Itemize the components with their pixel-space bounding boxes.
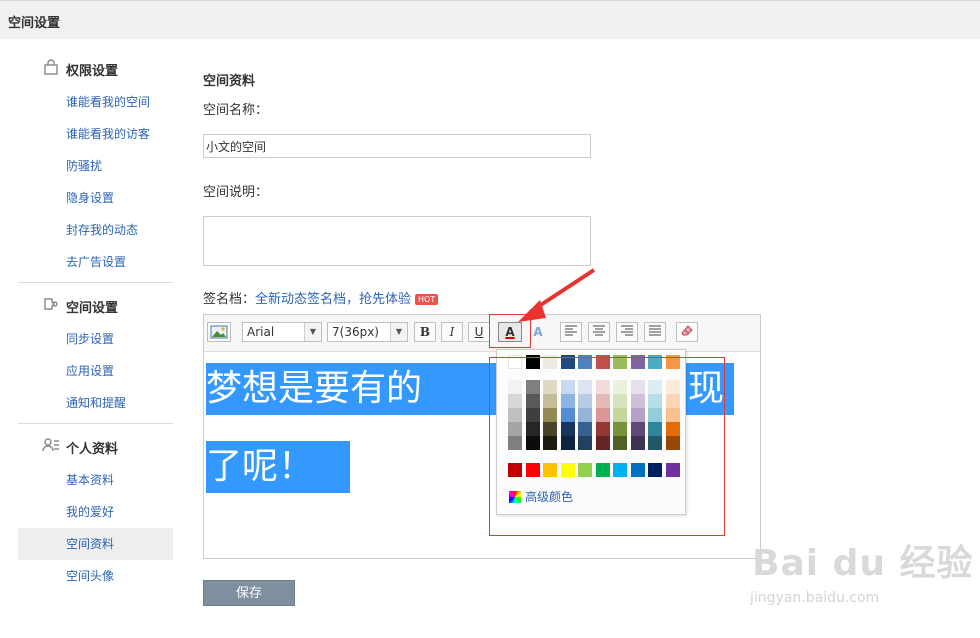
sidebar-section-label: 空间设置 [66,301,119,316]
align-right-button[interactable] [616,322,638,342]
save-button[interactable]: 保存 [203,580,295,606]
insert-image-button[interactable] [207,322,231,342]
page-title: 空间设置 [8,16,61,31]
user-list-icon [42,438,59,452]
sidebar-item-who-can-see-space[interactable]: 谁能看我的空间 [18,86,173,118]
signature-promo-link[interactable]: 全新动态签名档，抢先体验 [255,292,411,307]
annotation-arrow-icon [518,268,596,322]
font-family-select[interactable]: Arial ▼ [242,322,322,342]
eraser-icon [681,325,693,336]
justify-button[interactable] [644,322,666,342]
sidebar-item-basic-profile[interactable]: 基本资料 [18,464,173,496]
sidebar-section-label: 权限设置 [66,64,119,79]
top-header: 空间设置 [0,0,980,39]
sidebar-item-ad-settings[interactable]: 去广告设置 [18,246,173,278]
selected-text-line2: 了呢！ [206,441,350,493]
space-name-label: 空间名称： [203,103,269,118]
plugin-icon [44,298,58,310]
sidebar-item-invisible-settings[interactable]: 隐身设置 [18,182,173,214]
underline-button[interactable]: U [468,322,490,342]
space-description-textarea[interactable] [203,216,591,266]
sidebar-item-anti-harassment[interactable]: 防骚扰 [18,150,173,182]
align-right-icon [621,325,633,336]
align-center-icon [593,325,605,336]
font-size-select[interactable]: 7(36px) ▼ [327,322,408,342]
baidu-watermark: Bai du 经验 jingyan.baidu.com [750,534,974,606]
space-name-input[interactable] [203,134,591,158]
font-size-value: 7(36px) [332,325,379,339]
chevron-down-icon: ▼ [390,323,407,341]
watermark-brand: Bai du 经验 [752,543,974,584]
sidebar-divider [18,423,173,424]
sidebar-item-who-can-see-visitors[interactable]: 谁能看我的访客 [18,118,173,150]
space-description-label: 空间说明： [203,185,269,200]
bold-button[interactable]: B [414,322,436,342]
section-title: 空间资料 [203,74,256,89]
justify-icon [649,325,661,336]
image-icon [210,325,228,339]
italic-button[interactable]: I [441,322,463,342]
sidebar-item-space-profile[interactable]: 空间资料 [18,528,173,560]
sidebar-section-space: 空间设置 [18,287,173,323]
lock-icon [44,59,58,75]
editor-toolbar: Arial ▼ 7(36px) ▼ B I U A A [204,315,760,352]
signature-label: 签名档： [203,292,256,307]
selected-text-line1: 梦想是要有的 [206,363,496,415]
hot-badge: HOT [415,294,439,305]
sidebar-section-label: 个人资料 [66,442,119,457]
sidebar-item-sync-settings[interactable]: 同步设置 [18,323,173,355]
signature-row: 签名档：全新动态签名档，抢先体验 HOT [203,288,439,307]
sidebar-section-profile: 个人资料 [18,428,173,464]
clear-format-button[interactable] [676,322,698,342]
sidebar-item-space-avatar[interactable]: 空间头像 [18,560,173,592]
sidebar-item-hobbies[interactable]: 我的爱好 [18,496,173,528]
sidebar-divider [18,282,173,283]
align-left-icon [565,325,577,336]
sidebar-item-archive-feeds[interactable]: 封存我的动态 [18,214,173,246]
sidebar-section-permissions: 权限设置 [18,50,173,86]
annotation-highlight-box [489,357,725,536]
sidebar-item-app-settings[interactable]: 应用设置 [18,355,173,387]
watermark-url: jingyan.baidu.com [750,590,880,606]
sidebar-nav: 权限设置 谁能看我的空间 谁能看我的访客 防骚扰 隐身设置 封存我的动态 去广告… [18,50,173,592]
font-family-value: Arial [247,325,275,339]
sidebar-item-notifications[interactable]: 通知和提醒 [18,387,173,419]
chevron-down-icon: ▼ [304,323,321,341]
